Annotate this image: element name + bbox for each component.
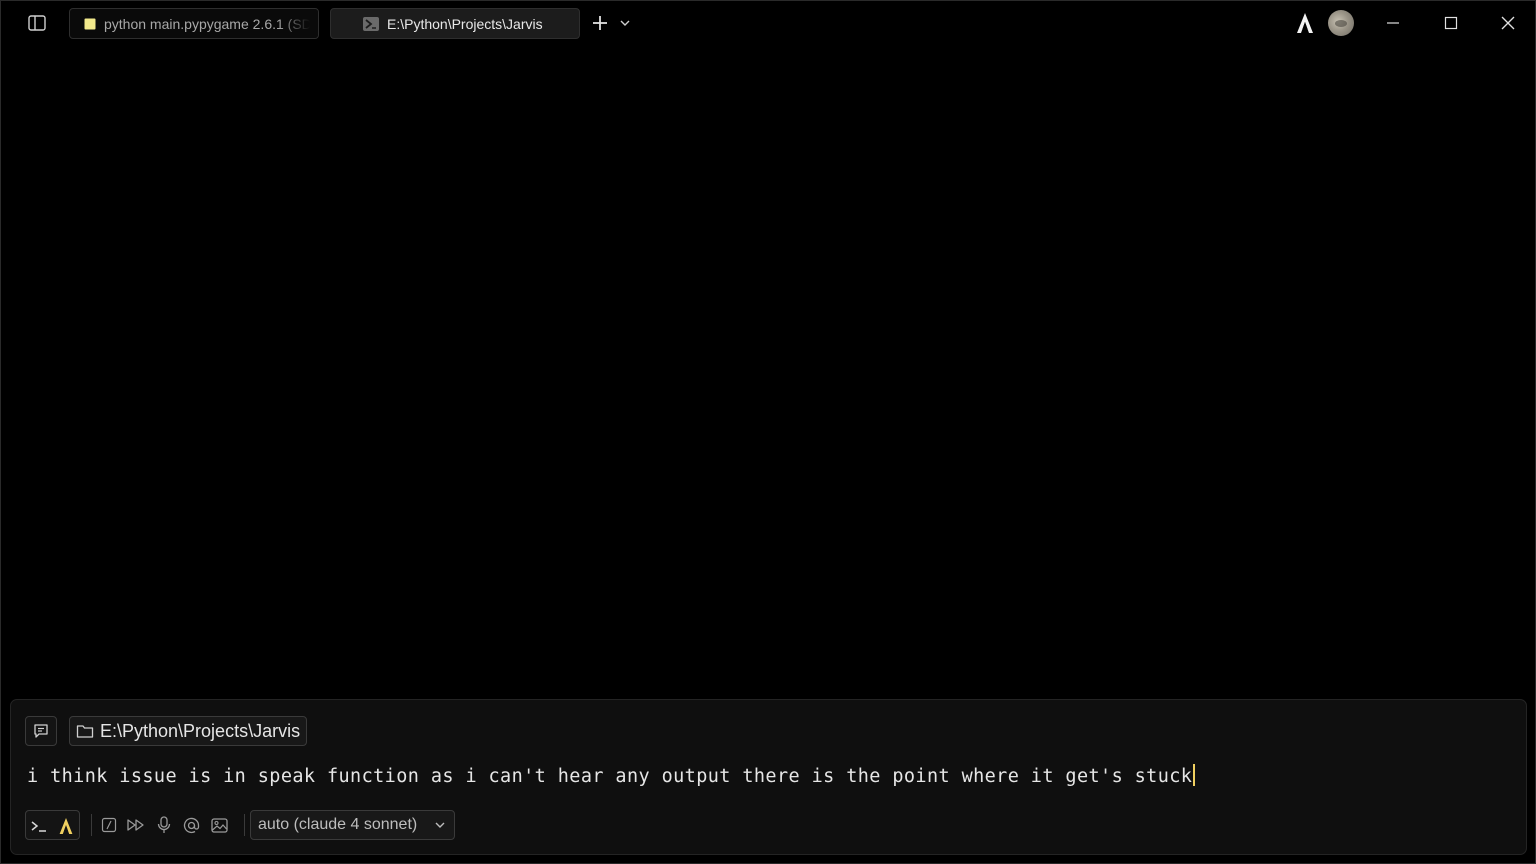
agent-mode-toggle-button[interactable] <box>55 815 77 837</box>
maximize-icon <box>1444 16 1458 30</box>
mention-context-button[interactable] <box>180 814 202 836</box>
prompt-panel: E:\Python\Projects\Jarvis i think issue … <box>10 699 1527 855</box>
slash-command-button[interactable] <box>98 814 120 836</box>
script-icon <box>84 18 96 30</box>
tab-jarvis-directory[interactable]: E:\Python\Projects\Jarvis <box>330 8 580 39</box>
prompt-input[interactable]: i think issue is in speak function as i … <box>27 764 1196 787</box>
terminal-icon <box>363 16 379 31</box>
folder-icon <box>76 725 94 738</box>
model-selector-label: auto (claude 4 sonnet) <box>258 816 418 833</box>
maximize-button[interactable] <box>1439 11 1463 35</box>
title-bar: python main.pypygame 2.6.1 (SDL 2.28.4, … <box>1 1 1535 45</box>
image-icon <box>210 817 228 833</box>
terminal-output-area[interactable] <box>1 45 1535 695</box>
avatar[interactable] <box>1328 10 1354 36</box>
chat-icon <box>34 724 48 738</box>
chevron-down-icon <box>435 822 445 828</box>
chevron-down-icon <box>620 20 630 26</box>
at-sign-icon <box>183 817 199 833</box>
fast-forward-icon <box>127 819 144 831</box>
minimize-icon <box>1387 22 1399 24</box>
sidebar-panel-icon <box>28 15 46 31</box>
toolbar-divider <box>244 814 245 836</box>
model-selector[interactable]: auto (claude 4 sonnet) <box>250 810 455 840</box>
voice-input-button[interactable] <box>153 814 175 836</box>
text-cursor <box>1193 764 1196 786</box>
prompt-input-text: i think issue is in speak function as i … <box>27 766 1193 787</box>
warp-agent-icon <box>59 818 73 834</box>
warp-agent-icon <box>1297 13 1313 33</box>
slash-command-icon <box>101 817 117 833</box>
microphone-icon <box>157 816 171 833</box>
plus-icon <box>593 16 607 30</box>
directory-label: E:\Python\Projects\Jarvis <box>100 720 301 741</box>
attach-image-button[interactable] <box>208 814 230 836</box>
terminal-mode-button[interactable] <box>28 815 50 837</box>
agent-mode-button[interactable] <box>1295 12 1315 34</box>
terminal-window: python main.pypygame 2.6.1 (SDL 2.28.4, … <box>0 0 1536 864</box>
terminal-prompt-icon <box>31 821 46 832</box>
close-button[interactable] <box>1496 11 1520 35</box>
minimize-button[interactable] <box>1381 11 1405 35</box>
current-directory-chip[interactable]: E:\Python\Projects\Jarvis <box>69 716 308 746</box>
toolbar-divider <box>91 814 92 836</box>
sidebar-toggle-button[interactable] <box>27 13 47 33</box>
input-mode-toggle <box>25 810 80 840</box>
fast-forward-button[interactable] <box>125 814 147 836</box>
new-tab-dropdown-button[interactable] <box>617 15 633 31</box>
conversation-button[interactable] <box>25 716 57 746</box>
tab-python-main[interactable]: python main.pypygame 2.6.1 (SDL 2.28.4, … <box>69 8 319 39</box>
new-tab-button[interactable] <box>589 12 611 34</box>
close-icon <box>1501 16 1515 30</box>
tab-label: E:\Python\Projects\Jarvis <box>387 15 543 32</box>
